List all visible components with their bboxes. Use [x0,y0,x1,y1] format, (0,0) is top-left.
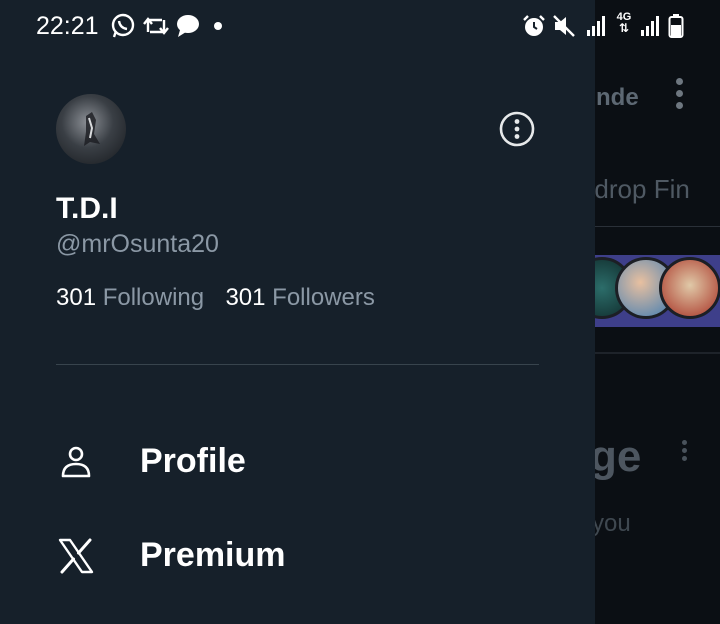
bg-more-icon [682,440,688,464]
bg-more-icon [676,78,686,112]
display-name[interactable]: T.D.I [56,192,118,226]
mute-icon [553,15,575,37]
profile-avatar[interactable] [56,94,126,164]
bg-avatar-banner [571,255,720,327]
x-logo-icon [58,538,94,574]
following-count: 301 [56,284,97,311]
menu-item-label: Profile [140,442,246,480]
data-arrows-icon: ⇅ [618,21,630,35]
bg-avatar [659,257,720,319]
followers-count: 301 [225,284,266,311]
battery-icon [668,14,684,38]
whatsapp-icon [111,13,135,38]
status-bar: 22:21 4G ⇅ [0,0,720,52]
chat-bubble-icon [177,15,199,37]
bg-divider [595,226,720,227]
network-type-icon: 4G ⇅ [614,12,634,40]
account-more-options-icon[interactable] [498,110,536,148]
followers-label: Followers [272,284,375,311]
follow-stats: 301 Following 301 Followers [56,284,375,312]
alarm-icon [523,15,545,36]
dot-icon [214,22,222,30]
bg-subtext: you [592,510,631,537]
avatar-image [84,112,100,146]
menu-item-premium[interactable]: Premium [56,524,536,584]
drawer-divider [56,364,539,365]
bg-heading: ge [590,432,642,481]
following-link[interactable]: 301 Following [56,284,211,311]
followers-link[interactable]: 301 Followers [225,284,374,311]
navigation-drawer: T.D.I @mrOsunta20 301 Following 301 Foll… [0,0,595,624]
retweet-icon [143,17,169,35]
bg-list-title: irdrop Fin [580,174,690,204]
menu-item-label: Premium [140,536,286,574]
status-time: 22:21 [36,12,99,40]
following-label: Following [102,284,205,311]
signal-icon-2 [641,16,659,36]
bg-divider [595,352,720,354]
bg-tab-label: nde [596,84,639,111]
user-handle[interactable]: @mrOsunta20 [56,230,219,259]
menu-item-profile[interactable]: Profile [56,430,536,490]
person-icon [61,446,91,478]
signal-icon [587,16,605,36]
